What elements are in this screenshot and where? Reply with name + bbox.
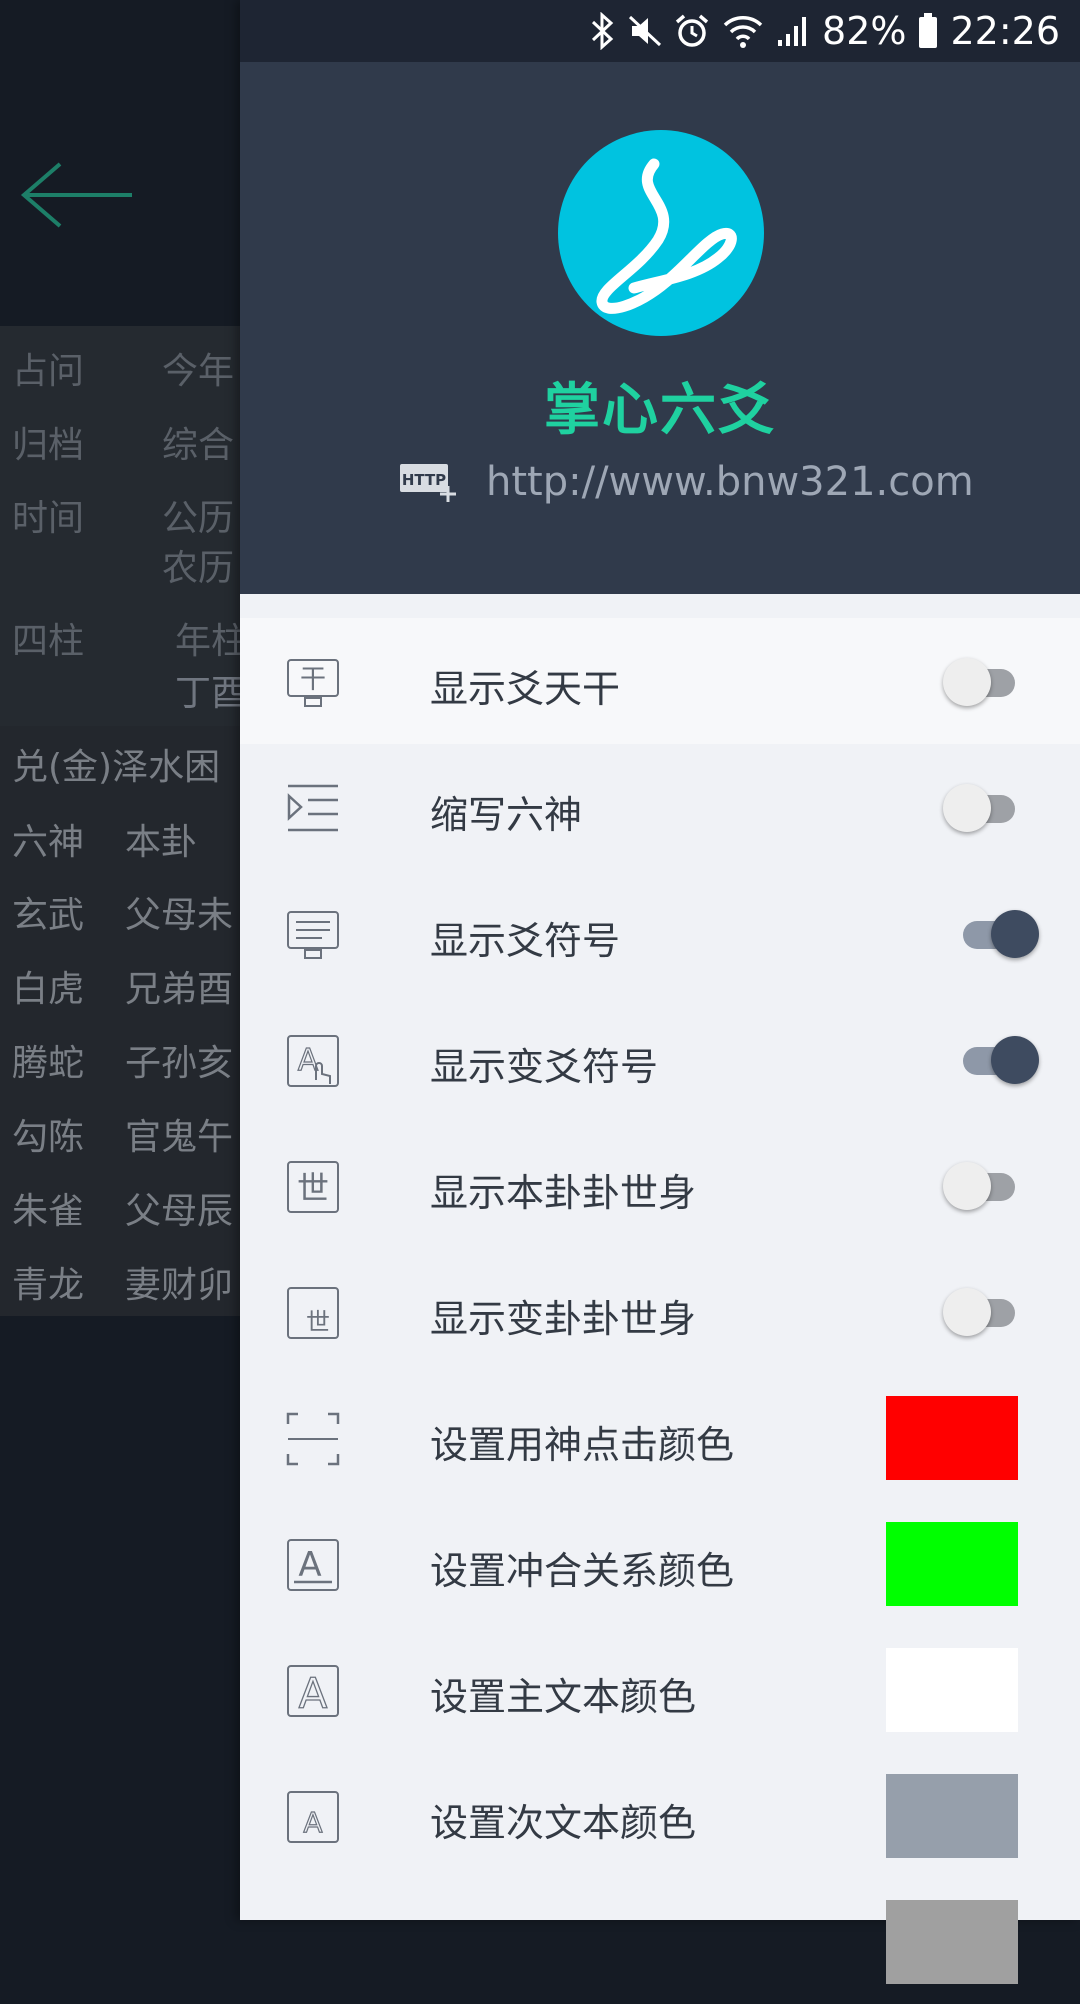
svg-text:世: 世: [297, 1169, 329, 1207]
clock: 22:26: [950, 9, 1060, 53]
setting-abbrev-six-gods[interactable]: 缩写六神: [240, 744, 1080, 870]
setting-main-text-color[interactable]: A 设置主文本颜色: [240, 1626, 1080, 1752]
svg-text:A: A: [299, 1669, 328, 1718]
http-icon: HTTP: [400, 464, 456, 502]
website-link[interactable]: http://www.bnw321.com: [486, 459, 974, 505]
setting-show-changing-yao-symbol[interactable]: A 显示变爻符号: [240, 996, 1080, 1122]
svg-text:HTTP: HTTP: [402, 471, 446, 489]
alarm-icon: [674, 13, 710, 49]
battery-icon: [918, 13, 938, 49]
svg-text:A: A: [298, 1545, 321, 1585]
setting-yongshen-click-color[interactable]: 设置用神点击颜色: [240, 1374, 1080, 1500]
settings-list: 干 显示爻天干 缩写六神 显示爻符号 A 显示变爻符号 世 显示本卦卦世身 世 …: [240, 618, 1080, 2004]
color-swatch-main-text[interactable]: [886, 1648, 1018, 1732]
indent-icon: [287, 784, 338, 832]
app-name: 掌心六爻: [544, 378, 776, 443]
setting-label: 显示本卦卦世身: [430, 1171, 697, 1215]
svg-text:世: 世: [306, 1308, 330, 1336]
toggle-show-changing-yao-symbol[interactable]: [945, 1036, 1039, 1084]
shi-icon: 世: [287, 1161, 339, 1213]
setting-label: 显示爻符号: [430, 919, 621, 963]
app-logo-icon: [596, 158, 737, 314]
setting-label: 设置冲合关系颜色: [430, 1549, 735, 1593]
select-frame-icon: [286, 1412, 340, 1466]
navigation-drawer: 82% 22:26 掌心六爻 HTTP http://www.bnw321.co…: [240, 0, 1080, 1984]
symbol-display-icon: [287, 911, 339, 959]
font-underline-icon: A: [287, 1539, 339, 1591]
toggle-show-yao-symbol[interactable]: [945, 910, 1039, 958]
setting-show-yao-symbol[interactable]: 显示爻符号: [240, 870, 1080, 996]
setting-label: 设置次文本颜色: [430, 1801, 697, 1845]
setting-label: 设置用神点击颜色: [430, 1423, 735, 1467]
battery-percent: 82%: [822, 9, 907, 53]
stem-icon: 干: [287, 659, 339, 707]
back-arrow-icon[interactable]: [18, 160, 138, 230]
setting-label: 设置主文本颜色: [430, 1675, 697, 1719]
font-small-icon: A: [287, 1791, 339, 1843]
setting-show-changed-gua-shi[interactable]: 世 显示变卦卦世身: [240, 1248, 1080, 1374]
font-touch-icon: A: [287, 1035, 339, 1087]
setting-partial-next[interactable]: [240, 1878, 1080, 2004]
toggle-show-changed-gua-shi[interactable]: [943, 1288, 1035, 1336]
color-swatch-secondary-text[interactable]: [886, 1774, 1018, 1858]
setting-secondary-text-color[interactable]: A 设置次文本颜色: [240, 1752, 1080, 1878]
setting-show-main-gua-shi[interactable]: 世 显示本卦卦世身: [240, 1122, 1080, 1248]
status-bar: 82% 22:26: [240, 0, 1080, 62]
shi-small-icon: 世: [287, 1287, 339, 1339]
drawer-header: 82% 22:26 掌心六爻 HTTP http://www.bnw321.co…: [240, 0, 1080, 594]
svg-text:A: A: [303, 1806, 322, 1839]
color-swatch-relation[interactable]: [886, 1522, 1018, 1606]
toggle-show-main-gua-shi[interactable]: [943, 1162, 1035, 1210]
signal-icon: [776, 14, 810, 48]
toggle-show-stem[interactable]: [943, 658, 1035, 706]
setting-label: 显示变爻符号: [430, 1045, 659, 1089]
svg-text:干: 干: [300, 665, 326, 695]
setting-show-stem[interactable]: 干 显示爻天干: [240, 618, 1080, 744]
setting-relation-color[interactable]: A 设置冲合关系颜色: [240, 1500, 1080, 1626]
wifi-icon: [722, 13, 764, 49]
website-row[interactable]: HTTP http://www.bnw321.com: [398, 456, 974, 508]
setting-label: 缩写六神: [430, 793, 583, 837]
font-outline-icon: A: [287, 1665, 339, 1718]
toggle-abbrev-six-gods[interactable]: [943, 784, 1035, 832]
color-swatch-yongshen[interactable]: [886, 1396, 1018, 1480]
app-logo: [558, 130, 764, 336]
color-swatch-partial[interactable]: [886, 1900, 1018, 1984]
setting-label: 显示爻天干: [430, 667, 621, 711]
setting-label: 显示变卦卦世身: [430, 1297, 697, 1341]
bluetooth-icon: [590, 12, 616, 50]
mute-icon: [628, 13, 662, 49]
